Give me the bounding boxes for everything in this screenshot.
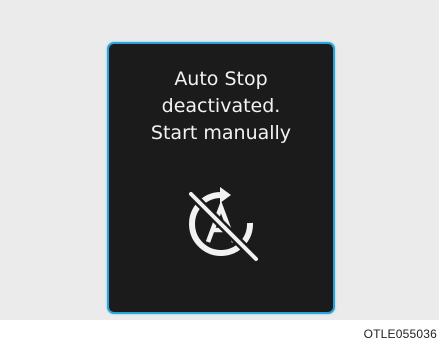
- message-line-2: deactivated.: [161, 95, 281, 117]
- message-line-1: Auto Stop: [174, 68, 268, 90]
- auto-stop-off-icon: [174, 178, 270, 274]
- figure-background: Auto Stop deactivated. Start manually: [0, 0, 439, 320]
- figure-code: OTLE055036: [363, 327, 437, 341]
- cluster-display: Auto Stop deactivated. Start manually: [107, 42, 335, 314]
- warning-message: Auto Stop deactivated. Start manually: [109, 66, 333, 147]
- message-line-3: Start manually: [150, 122, 292, 144]
